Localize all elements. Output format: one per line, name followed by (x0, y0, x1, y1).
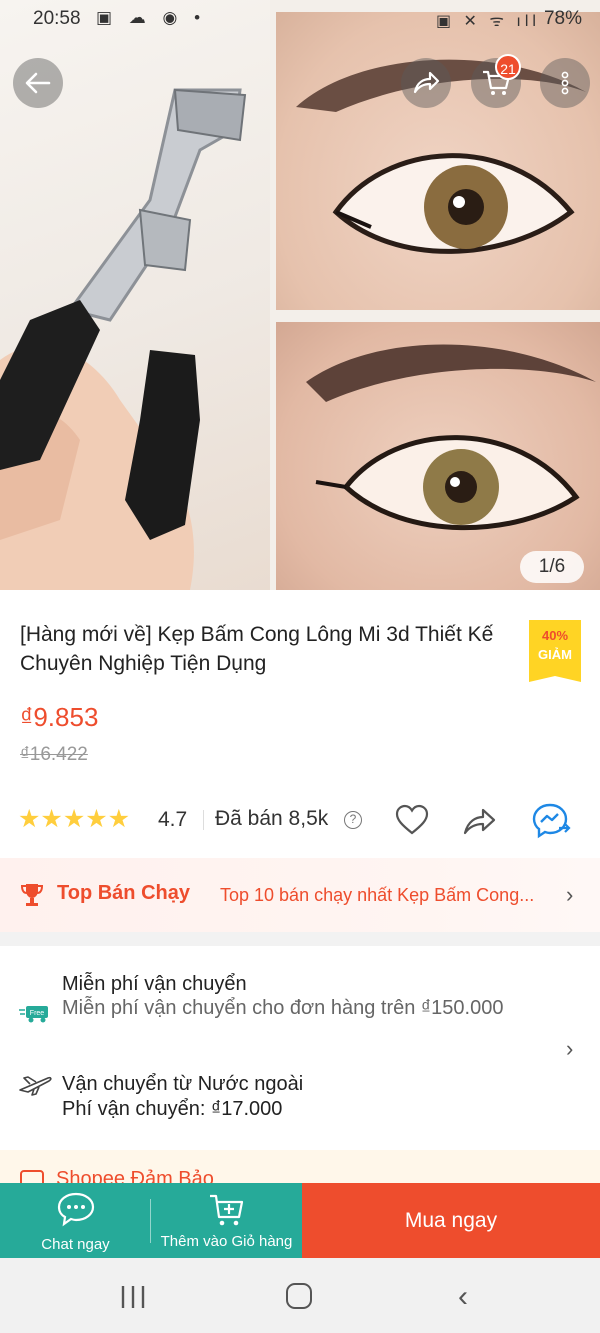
messenger-icon[interactable] (531, 802, 571, 840)
add-to-cart-label: Thêm vào Giỏ hàng (160, 1233, 293, 1250)
rating-stars: ★★★★★ (18, 805, 131, 833)
svg-text:Free: Free (30, 1010, 45, 1017)
system-icons: ▣ ✕ ᯤ ıll (435, 13, 540, 30)
share-product-icon[interactable] (462, 804, 498, 838)
chevron-right-icon: › (566, 1036, 574, 1061)
more-vertical-icon (561, 71, 569, 95)
shipping-fee: Phí vận chuyển: ₫17.000 (62, 1098, 283, 1120)
product-photo-eye-bottom (276, 322, 600, 590)
status-bar: 20:58 ▣ ☁ ◉ • ▣ ✕ ᯤ ıll 78% (0, 0, 600, 38)
back-button[interactable] (13, 58, 63, 108)
rating-value: 4.7 (158, 808, 188, 831)
airplane-icon (19, 1076, 52, 1096)
recent-apps-icon[interactable] (120, 1284, 146, 1310)
more-options-button[interactable] (540, 58, 590, 108)
guarantee-label: Shopee Đảm Bảo (56, 1168, 214, 1184)
shopee-guarantee-section[interactable]: Shopee Đảm Bảo (0, 1150, 600, 1184)
overseas-shipping-title: Vận chuyển từ Nước ngoài (62, 1073, 304, 1095)
chat-bubble-icon (57, 1192, 94, 1227)
share-button[interactable] (401, 58, 451, 108)
rating-row: ★★★★★ 4.7 Đã bán 8,5k ? (18, 802, 598, 840)
free-shipping-title: Miễn phí vận chuyển (62, 973, 247, 995)
nav-back-icon[interactable]: ‹ (458, 1280, 468, 1314)
chat-now-label: Chat ngay (41, 1236, 110, 1253)
chat-now-button[interactable]: Chat ngay (0, 1183, 151, 1258)
notification-icons: ▣ ☁ ◉ • (96, 8, 207, 27)
product-photo-eye-top (276, 12, 600, 310)
product-title: [Hàng mới về] Kẹp Bấm Cong Lông Mi 3d Th… (20, 623, 494, 675)
free-shipping-icon: Free (19, 1006, 48, 1023)
share-icon (413, 71, 440, 94)
buy-now-button[interactable]: Mua ngay (302, 1183, 600, 1258)
chevron-right-icon: › (566, 882, 574, 907)
shield-icon (20, 1170, 44, 1184)
top-selling-banner[interactable]: Top Bán Chạy Top 10 bán chạy nhất Kẹp Bấ… (0, 858, 600, 932)
add-cart-icon (209, 1194, 243, 1226)
current-price: ₫9.853 (20, 702, 99, 732)
heart-icon[interactable] (394, 802, 430, 838)
home-button[interactable] (286, 1283, 312, 1309)
original-price: ₫16.422 (20, 744, 88, 765)
trophy-icon (20, 884, 44, 906)
help-icon[interactable]: ? (344, 811, 362, 829)
discount-badge: 40% GIẢM (529, 620, 581, 682)
free-shipping-subtitle: Miễn phí vận chuyển cho đơn hàng trên ₫1… (62, 997, 504, 1019)
battery-level: 78% (543, 8, 582, 29)
discount-label: GIẢM (538, 647, 572, 662)
sold-count: Đã bán 8,5k (215, 807, 329, 830)
discount-percent: 40% (541, 628, 569, 643)
arrow-left-icon (25, 72, 51, 94)
status-time: 20:58 (33, 8, 81, 29)
cart-count-badge: 21 (495, 54, 521, 80)
top-selling-description: Top 10 bán chạy nhất Kẹp Bấm Cong... (220, 885, 535, 905)
top-selling-label: Top Bán Chạy (57, 882, 190, 904)
shipping-section[interactable]: Free Miễn phí vận chuyển Miễn phí vận ch… (0, 946, 600, 1150)
rating-divider (203, 810, 204, 830)
image-counter: 1/6 (520, 551, 584, 583)
android-nav-bar: ‹ (0, 1258, 600, 1333)
bottom-action-bar: Chat ngay Thêm vào Giỏ hàng Mua ngay (0, 1183, 600, 1258)
add-to-cart-button[interactable]: Thêm vào Giỏ hàng (151, 1183, 302, 1258)
section-divider (0, 932, 600, 946)
